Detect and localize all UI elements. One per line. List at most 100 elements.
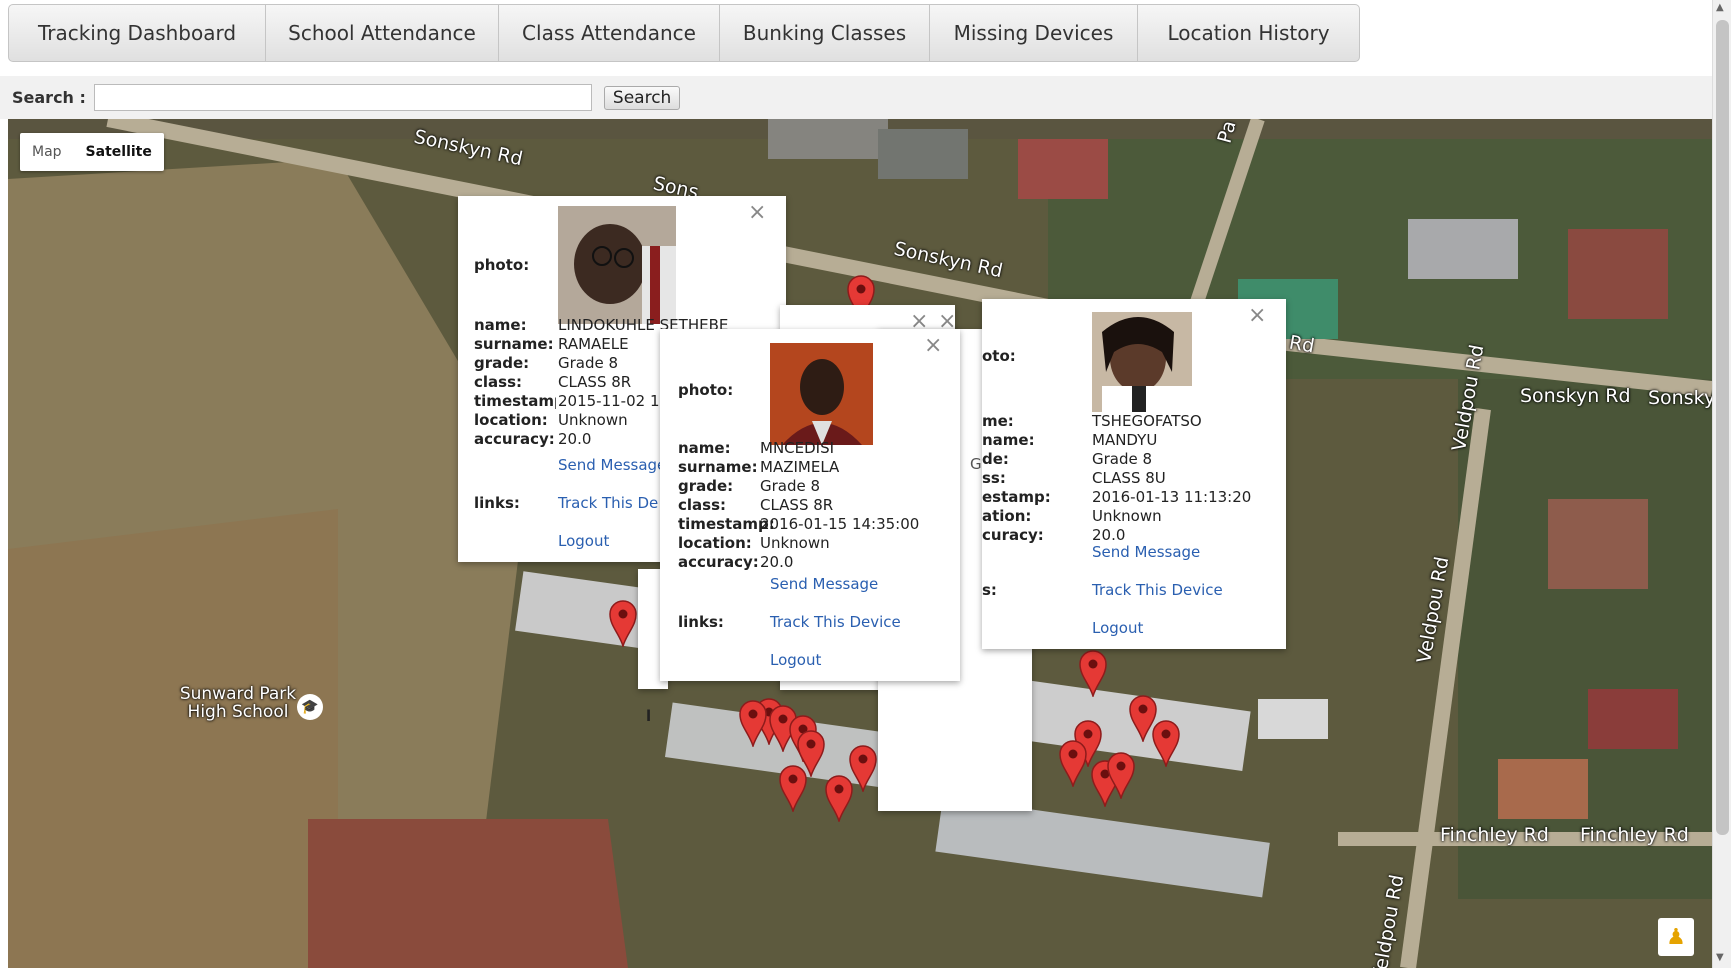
scroll-up-icon[interactable]: ▲ [1716, 2, 1724, 13]
scrollbar[interactable]: ▲ ▼ [1712, 0, 1731, 968]
tab-school-attendance[interactable]: School Attendance [266, 5, 499, 61]
map-marker-icon[interactable] [1106, 751, 1136, 801]
map-marker-icon[interactable] [1058, 739, 1088, 789]
track-device-link[interactable]: Track This De [558, 494, 658, 512]
links-label: links: [474, 494, 520, 512]
close-icon[interactable]: × [748, 202, 766, 224]
map-type-map-button[interactable]: Map [20, 133, 74, 171]
field-label: name: [678, 439, 731, 457]
close-icon[interactable]: × [924, 335, 942, 357]
field-label: name: [474, 316, 527, 334]
pegman-icon[interactable]: ♟ [1658, 918, 1694, 956]
field-label: class: [678, 496, 727, 514]
info-window-student: × photo: name: MNCEDISI surname: MAZIMELA gr… [660, 329, 960, 681]
student-photo [558, 206, 676, 324]
student-photo [770, 343, 873, 445]
logout-link[interactable]: Logout [770, 651, 821, 669]
field-value: CLASS 8R [760, 496, 834, 514]
field-value: Grade 8 [1092, 450, 1153, 468]
road-label: Finchley Rd [1440, 824, 1549, 846]
field-label: accuracy: [678, 553, 759, 571]
map-marker-icon[interactable] [1078, 649, 1108, 699]
field-label: timestamp: [678, 515, 775, 533]
tab-tracking-dashboard[interactable]: Tracking Dashboard [9, 5, 266, 61]
scrollbar-thumb[interactable] [1716, 20, 1729, 835]
links-label: links: [678, 613, 724, 631]
map-type-control: Map Satellite [20, 133, 164, 171]
search-input[interactable] [93, 84, 592, 111]
field-value: CLASS 8U [1092, 469, 1166, 487]
field-label: name: [982, 431, 1035, 449]
field-label: location: [474, 411, 548, 429]
links-label: s: [982, 581, 997, 599]
field-label: ation: [982, 507, 1032, 525]
nav-tabs: Tracking Dashboard School Attendance Cla… [8, 4, 1360, 62]
field-value: 20.0 [558, 430, 592, 448]
student-photo [1092, 312, 1192, 412]
field-value: TSHEGOFATSO [1092, 412, 1202, 430]
road-label: Sonskyn Rd [1520, 385, 1631, 407]
field-label: surname: [474, 335, 554, 353]
close-icon[interactable]: × [1248, 305, 1266, 327]
tab-missing-devices[interactable]: Missing Devices [930, 5, 1138, 61]
field-value: 2016-01-15 14:35:00 [760, 515, 920, 533]
search-label: Search : [12, 88, 86, 107]
map-marker-icon[interactable] [738, 699, 768, 749]
field-value: Grade 8 [760, 477, 821, 495]
search-button[interactable]: Search [603, 85, 681, 110]
scroll-down-icon[interactable]: ▼ [1716, 952, 1724, 963]
road-label: Finchley Rd [1580, 824, 1689, 846]
field-label: estamp: [982, 488, 1051, 506]
logout-link[interactable]: Logout [558, 532, 609, 550]
field-value: MNCEDISI [760, 439, 835, 457]
field-value: Unknown [760, 534, 830, 552]
tab-location-history[interactable]: Location History [1138, 5, 1359, 61]
field-value: Unknown [558, 411, 628, 429]
field-value: 20.0 [1092, 526, 1126, 544]
field-value: Grade 8 [558, 354, 619, 372]
school-label: Sunward Park High School [179, 684, 297, 722]
text-fragment: G [970, 455, 982, 473]
field-label: ss: [982, 469, 1006, 487]
field-label: class: [474, 373, 523, 391]
field-value: 20.0 [760, 553, 794, 571]
field-value: MAZIMELA [760, 458, 840, 476]
map-marker-icon[interactable] [824, 774, 854, 824]
send-message-link[interactable]: Send Message [558, 456, 666, 474]
info-window-student: × oto: me: TSHEGOFATSO name: MANDYU de: Grade… [982, 299, 1286, 649]
map-type-satellite-button[interactable]: Satellite [74, 133, 164, 171]
track-device-link[interactable]: Track This Device [770, 613, 901, 631]
map-view[interactable]: Map Satellite Sonskyn Rd Sonskyn Rd Sons… [8, 119, 1712, 968]
tab-class-attendance[interactable]: Class Attendance [499, 5, 720, 61]
field-label: curacy: [982, 526, 1044, 544]
map-marker-icon[interactable] [778, 764, 808, 814]
map-marker-icon[interactable] [1151, 719, 1181, 769]
field-label: surname: [678, 458, 758, 476]
field-label: me: [982, 412, 1014, 430]
search-bar: Search : Search [0, 76, 1712, 119]
text-fragment: l [646, 707, 652, 725]
field-value: 2015-11-02 10 [558, 392, 670, 410]
photo-label: photo: [474, 256, 530, 274]
field-value: RAMAELE [558, 335, 629, 353]
road-label: Sonsky [1648, 387, 1712, 409]
field-value: CLASS 8R [558, 373, 632, 391]
field-value: 2016-01-13 11:13:20 [1092, 488, 1252, 506]
photo-label: oto: [982, 347, 1016, 365]
send-message-link[interactable]: Send Message [770, 575, 878, 593]
map-marker-icon[interactable] [608, 599, 638, 649]
field-label: timestamp: [474, 392, 556, 410]
track-device-link[interactable]: Track This Device [1092, 581, 1223, 599]
send-message-link[interactable]: Send Message [1092, 543, 1200, 561]
field-value: MANDYU [1092, 431, 1158, 449]
field-label: location: [678, 534, 752, 552]
field-label: de: [982, 450, 1009, 468]
field-label: grade: [678, 477, 734, 495]
field-value: Unknown [1092, 507, 1162, 525]
field-label: grade: [474, 354, 530, 372]
photo-label: photo: [678, 381, 734, 399]
school-icon: 🎓 [297, 694, 323, 720]
tab-bunking-classes[interactable]: Bunking Classes [720, 5, 930, 61]
logout-link[interactable]: Logout [1092, 619, 1143, 637]
field-label: accuracy: [474, 430, 555, 448]
